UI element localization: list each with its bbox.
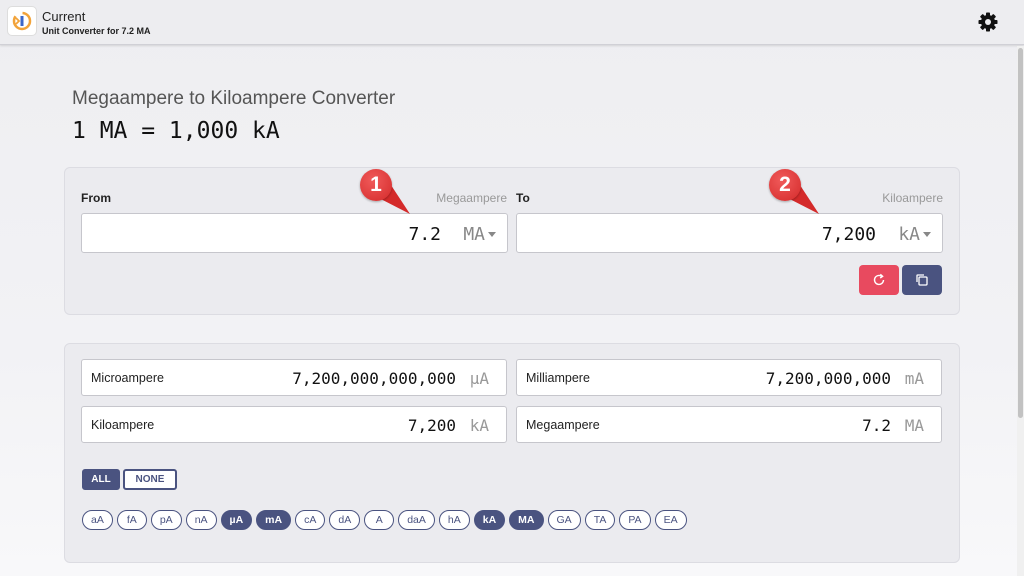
result-value: 7,200,000,000: [765, 369, 891, 388]
page-title: Megaampere to Kiloampere Converter: [72, 88, 396, 109]
to-value-input[interactable]: 7,200 kA: [516, 213, 943, 253]
result-kiloampere[interactable]: Kiloampere 7,200 kA: [81, 406, 507, 443]
current-converter-logo-icon: [7, 6, 37, 36]
app-header: Current Unit Converter for 7.2 MA: [0, 0, 1024, 45]
unit-chip[interactable]: mA: [256, 510, 292, 530]
result-microampere[interactable]: Microampere 7,200,000,000,000 µA: [81, 359, 507, 396]
result-value: 7.2: [862, 416, 891, 435]
unit-chip[interactable]: aA: [82, 510, 113, 530]
from-label: From: [81, 191, 111, 205]
from-value: 7.2: [408, 224, 441, 245]
from-unit-name: Megaampere: [436, 191, 507, 205]
to-value: 7,200: [821, 224, 876, 245]
unit-chip[interactable]: GA: [547, 510, 581, 530]
result-megaampere[interactable]: Megaampere 7.2 MA: [516, 406, 942, 443]
marker-2: 2: [769, 169, 801, 201]
unit-chip[interactable]: cA: [295, 510, 326, 530]
unit-chip[interactable]: hA: [438, 510, 470, 530]
unit-chips: aA fA pA nA µA mA cA dA AdaA hA kA MA GA TA PA EA: [82, 510, 687, 530]
unit-chip[interactable]: µA: [220, 510, 253, 530]
result-name: Kiloampere: [91, 418, 155, 432]
unit-chip[interactable]: dA: [329, 510, 361, 530]
result-name: Microampere: [91, 371, 164, 385]
app-subtitle: Unit Converter for 7.2 MA: [42, 26, 151, 36]
marker-1: 1: [360, 169, 392, 201]
unit-chip[interactable]: daA: [398, 510, 435, 530]
result-milliampere[interactable]: Milliampere 7,200,000,000 mA: [516, 359, 942, 396]
result-name: Milliampere: [526, 371, 590, 385]
unit-chip[interactable]: fA: [116, 510, 147, 530]
unit-chip[interactable]: PA: [619, 510, 651, 530]
copy-icon: [916, 274, 928, 286]
result-unit: kA: [469, 416, 489, 435]
refresh-icon: [873, 273, 885, 286]
caret-down-icon[interactable]: [488, 232, 496, 237]
scrollbar-thumb[interactable]: [1018, 48, 1023, 418]
from-unit-select[interactable]: MA: [463, 224, 485, 245]
result-value: 7,200: [407, 416, 456, 435]
unit-chip[interactable]: pA: [150, 510, 182, 530]
unit-chip[interactable]: nA: [185, 510, 217, 530]
select-all-button[interactable]: ALL: [82, 469, 120, 490]
to-label: To: [516, 191, 530, 205]
select-none-button[interactable]: NONE: [123, 469, 177, 490]
to-unit-name: Kiloampere: [882, 191, 943, 205]
unit-chip[interactable]: TA: [584, 510, 616, 530]
reset-button[interactable]: [859, 265, 899, 295]
to-unit-select[interactable]: kA: [898, 224, 920, 245]
result-name: Megaampere: [526, 418, 600, 432]
caret-down-icon[interactable]: [923, 232, 931, 237]
app-title: Current: [42, 9, 86, 24]
unit-chip[interactable]: EA: [654, 510, 687, 530]
unit-chip[interactable]: kA: [473, 510, 506, 530]
from-value-input[interactable]: 7.2 MA: [81, 213, 508, 253]
unit-chip[interactable]: A: [364, 510, 395, 530]
result-unit: mA: [904, 369, 924, 388]
result-unit: MA: [904, 416, 924, 435]
result-unit: µA: [469, 369, 489, 388]
result-value: 7,200,000,000,000: [292, 369, 456, 388]
unit-chip[interactable]: MA: [509, 510, 544, 530]
conversion-formula: 1 MA = 1,000 kA: [72, 118, 280, 144]
gear-icon[interactable]: [978, 12, 998, 32]
copy-button[interactable]: [902, 265, 942, 295]
